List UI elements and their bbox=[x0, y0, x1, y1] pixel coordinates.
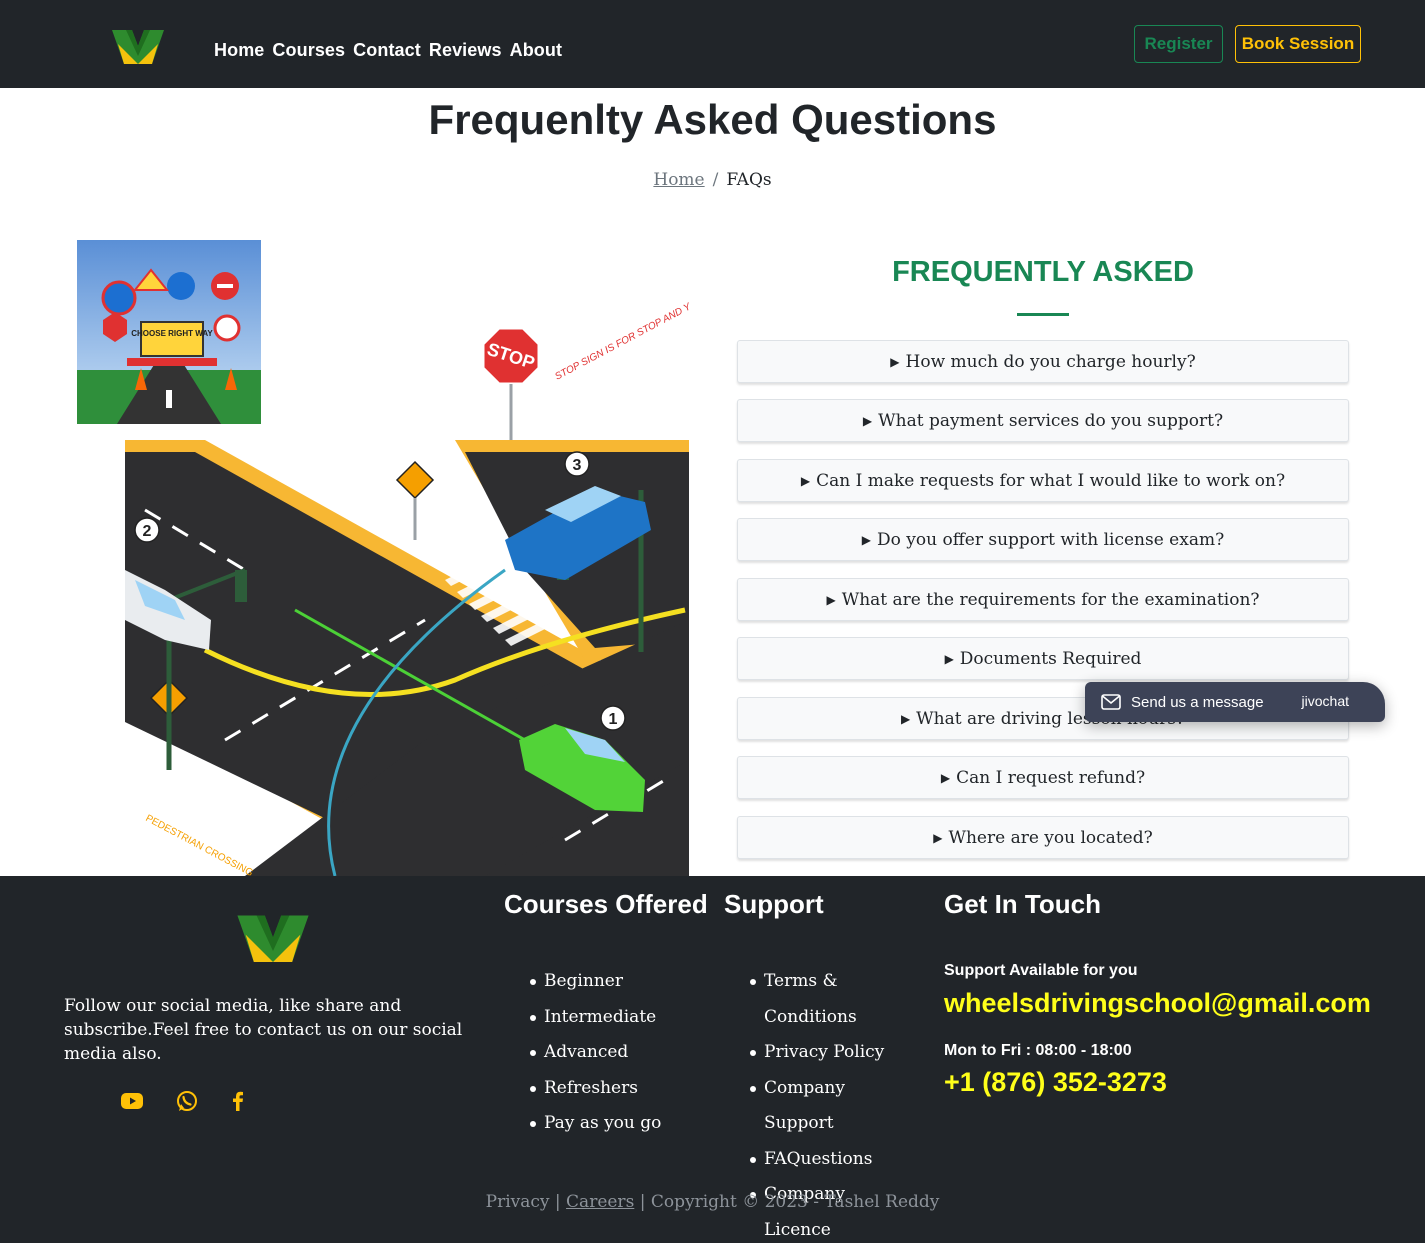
caret-right-icon: ▶ bbox=[800, 473, 811, 488]
marker-2: 2 bbox=[143, 523, 152, 540]
caret-right-icon: ▶ bbox=[861, 532, 872, 547]
privacy-link[interactable]: Privacy bbox=[486, 1192, 550, 1212]
faq-item[interactable]: ▶ Can I make requests for what I would li… bbox=[737, 459, 1349, 502]
breadcrumb: Home / FAQs bbox=[0, 170, 1425, 190]
breadcrumb-separator: / bbox=[712, 170, 719, 190]
faq-item[interactable]: ▶ How much do you charge hourly? bbox=[737, 340, 1349, 383]
courses-list: Beginner Intermediate Advanced Refresher… bbox=[529, 964, 661, 1142]
caret-right-icon: ▶ bbox=[940, 770, 951, 785]
nav-about[interactable]: About bbox=[510, 40, 562, 61]
support-available-label: Support Available for you bbox=[944, 962, 1138, 979]
faq-item[interactable]: ▶ Do you offer support with license exam? bbox=[737, 518, 1349, 561]
support-link[interactable]: Company Support bbox=[750, 1071, 914, 1142]
careers-link[interactable]: Careers bbox=[566, 1192, 634, 1212]
nav-reviews[interactable]: Reviews bbox=[429, 40, 502, 61]
marker-3: 3 bbox=[573, 457, 582, 474]
course-link[interactable]: Advanced bbox=[529, 1035, 661, 1071]
nav-home[interactable]: Home bbox=[214, 40, 264, 61]
faq-heading: FREQUENTLY ASKED bbox=[892, 256, 1194, 288]
chat-label: Send us a message bbox=[1131, 693, 1264, 711]
caret-right-icon: ▶ bbox=[900, 711, 911, 726]
support-link[interactable]: Privacy Policy bbox=[750, 1035, 914, 1071]
faq-question: Do you offer support with license exam? bbox=[877, 529, 1225, 550]
chat-widget-button[interactable]: Send us a message jivochat bbox=[1085, 682, 1385, 722]
course-link[interactable]: Refreshers bbox=[529, 1071, 661, 1107]
contact-phone[interactable]: +1 (876) 352-3273 bbox=[944, 1067, 1167, 1098]
book-session-button[interactable]: Book Session bbox=[1235, 25, 1361, 63]
copyright-bar: Privacy | Careers | Copyright © 2023 - T… bbox=[0, 1192, 1425, 1212]
page-title: Frequenlty Asked Questions bbox=[428, 96, 997, 143]
faq-item[interactable]: ▶ Can I request refund? bbox=[737, 756, 1349, 799]
faq-question: Can I make requests for what I would lik… bbox=[816, 470, 1286, 491]
caret-right-icon: ▶ bbox=[826, 592, 836, 607]
course-link[interactable]: Beginner bbox=[529, 964, 661, 1000]
faq-question: What are the requirements for the examin… bbox=[841, 589, 1260, 610]
copyright-text: | Copyright © 2023 - Tashel Reddy bbox=[639, 1192, 940, 1212]
course-link[interactable]: Intermediate bbox=[529, 1000, 661, 1036]
main-nav: Home Courses Contact Reviews About bbox=[214, 40, 562, 61]
sign-board-text: CHOOSE RIGHT WAY bbox=[131, 329, 213, 338]
breadcrumb-home[interactable]: Home bbox=[653, 170, 704, 190]
faq-question: What payment services do you support? bbox=[878, 410, 1224, 431]
copyright-divider: | bbox=[554, 1192, 561, 1212]
course-link[interactable]: Pay as you go bbox=[529, 1106, 661, 1142]
footer-logo-icon[interactable] bbox=[237, 910, 309, 962]
caret-right-icon: ▶ bbox=[862, 413, 873, 428]
courses-heading: Courses Offered bbox=[504, 889, 708, 919]
caret-right-icon: ▶ bbox=[933, 830, 943, 845]
faq-question: Where are you located? bbox=[948, 827, 1153, 848]
support-link[interactable]: FAQuestions bbox=[750, 1142, 914, 1178]
whatsapp-icon[interactable] bbox=[175, 1089, 199, 1113]
faq-item[interactable]: ▶ What payment services do you support? bbox=[737, 399, 1349, 442]
envelope-icon bbox=[1101, 694, 1121, 710]
faq-item[interactable]: ▶ Where are you located? bbox=[737, 816, 1349, 859]
marker-1: 1 bbox=[609, 711, 618, 728]
facebook-icon[interactable] bbox=[226, 1089, 250, 1113]
register-button[interactable]: Register bbox=[1134, 25, 1223, 63]
faq-question: Can I request refund? bbox=[956, 767, 1146, 788]
navbar: Home Courses Contact Reviews About Regis… bbox=[0, 0, 1425, 88]
contact-email[interactable]: wheelsdrivingschool@gmail.com bbox=[944, 988, 1371, 1019]
youtube-icon[interactable] bbox=[120, 1089, 144, 1113]
faq-item[interactable]: ▶ Documents Required bbox=[737, 637, 1349, 680]
road-signs-image: CHOOSE RIGHT WAY bbox=[77, 240, 261, 424]
faq-question: How much do you charge hourly? bbox=[905, 351, 1196, 372]
faq-item[interactable]: ▶ What are the requirements for the exami… bbox=[737, 578, 1349, 621]
footer-about-text: Follow our social media, like share and … bbox=[64, 996, 463, 1064]
contact-heading: Get In Touch bbox=[944, 889, 1101, 919]
faq-question: Documents Required bbox=[959, 648, 1142, 669]
office-hours: Mon to Fri : 08:00 - 18:00 bbox=[944, 1042, 1132, 1059]
nav-courses[interactable]: Courses bbox=[272, 40, 345, 61]
logo-icon[interactable] bbox=[112, 26, 164, 64]
support-link[interactable]: Terms & Conditions bbox=[750, 964, 914, 1035]
breadcrumb-current: FAQs bbox=[726, 170, 772, 190]
caret-right-icon: ▶ bbox=[944, 651, 954, 666]
nav-contact[interactable]: Contact bbox=[353, 40, 421, 61]
caret-right-icon: ▶ bbox=[890, 354, 900, 369]
support-heading: Support bbox=[724, 889, 824, 919]
faq-divider bbox=[1017, 313, 1069, 316]
chat-brand: jivochat bbox=[1301, 693, 1349, 709]
